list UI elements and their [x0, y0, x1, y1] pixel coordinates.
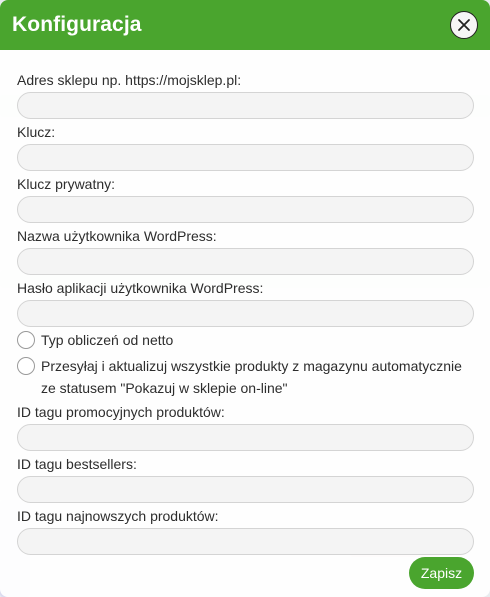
- key-label: Klucz:: [17, 124, 56, 140]
- modal-title: Konfiguracja: [12, 13, 142, 36]
- wp-app-password-label: Hasło aplikacji użytkownika WordPress:: [17, 280, 264, 296]
- shop-url-input[interactable]: [17, 92, 474, 119]
- wp-app-password-input[interactable]: [17, 300, 474, 327]
- key-input[interactable]: [17, 144, 474, 171]
- auto-sync-option[interactable]: Przesyłaj i aktualizuj wszystkie produkt…: [17, 357, 474, 399]
- shop-url-label: Adres sklepu np. https://mojsklep.pl:: [17, 72, 242, 88]
- private-key-label: Klucz prywatny:: [17, 176, 116, 192]
- modal-header: Konfiguracja: [0, 0, 490, 50]
- auto-sync-radio[interactable]: [17, 357, 35, 375]
- config-modal: Konfiguracja Adres sklepu np. https://mo…: [0, 0, 490, 597]
- net-calc-option[interactable]: Typ obliczeń od netto: [17, 331, 474, 351]
- bestsellers-tag-input[interactable]: [17, 476, 474, 503]
- save-button[interactable]: Zapisz: [409, 557, 474, 589]
- promo-tag-input[interactable]: [17, 424, 474, 451]
- auto-sync-label: Przesyłaj i aktualizuj wszystkie produkt…: [41, 358, 462, 396]
- bestsellers-tag-label: ID tagu bestsellers:: [17, 456, 137, 472]
- net-calc-label: Typ obliczeń od netto: [41, 332, 174, 348]
- promo-tag-label: ID tagu promocyjnych produktów:: [17, 404, 225, 420]
- newest-tag-input[interactable]: [17, 528, 474, 555]
- close-button[interactable]: [450, 11, 478, 39]
- net-calc-radio[interactable]: [17, 331, 35, 349]
- modal-body: Adres sklepu np. https://mojsklep.pl: Kl…: [0, 50, 490, 555]
- wp-username-label: Nazwa użytkownika WordPress:: [17, 228, 217, 244]
- wp-username-input[interactable]: [17, 248, 474, 275]
- close-icon: [458, 19, 470, 31]
- private-key-input[interactable]: [17, 196, 474, 223]
- newest-tag-label: ID tagu najnowszych produktów:: [17, 508, 219, 524]
